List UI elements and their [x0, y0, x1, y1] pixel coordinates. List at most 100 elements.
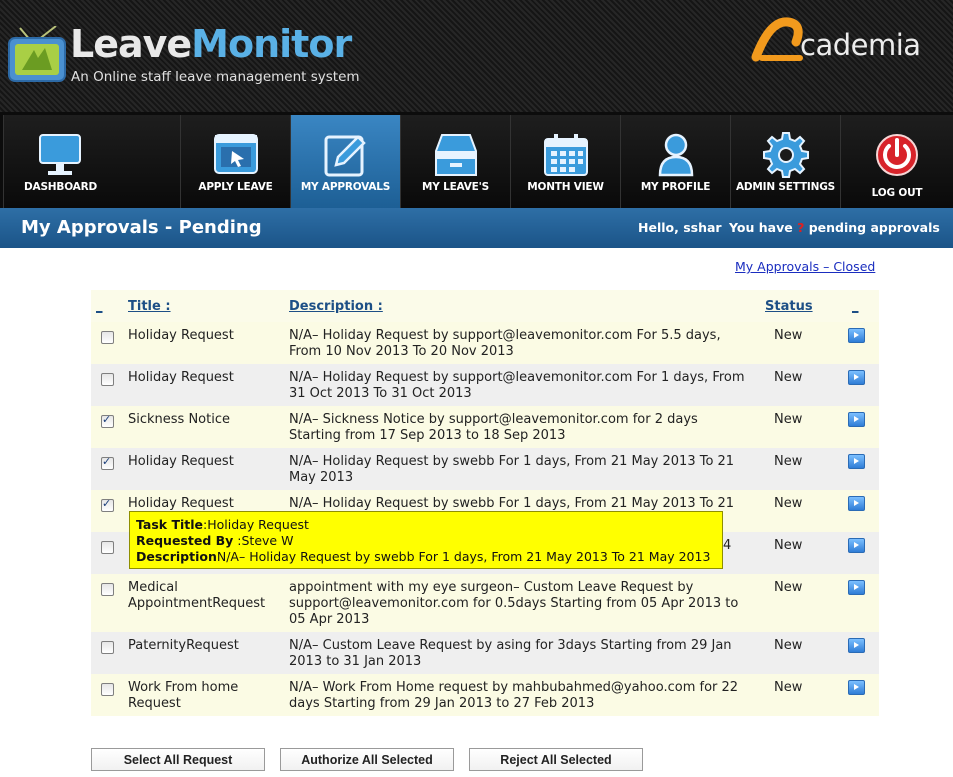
open-request-arrow-icon[interactable]	[848, 580, 865, 595]
row-description: N/A– Custom Leave Request by asing for 3…	[289, 638, 732, 669]
nav-dashboard[interactable]: DASHBOARD	[3, 115, 180, 208]
nav-my-approvals[interactable]: MY APPROVALS	[290, 115, 400, 208]
row-select-checkbox[interactable]	[101, 583, 114, 596]
inbox-drawer-icon	[434, 134, 477, 176]
row-description: appointment with my eye surgeon– Custom …	[289, 580, 739, 627]
app-header: LeaveMonitor An Online staff leave manag…	[0, 0, 953, 112]
row-select-checkbox[interactable]	[101, 541, 114, 554]
window-cursor-icon	[213, 134, 258, 174]
row-status: New	[774, 580, 803, 595]
row-status: New	[774, 638, 803, 653]
table-row: Work From home Request N/A– Work From Ho…	[91, 674, 879, 716]
row-status: New	[774, 370, 803, 385]
action-column-header[interactable]: _	[852, 299, 859, 314]
row-select-checkbox[interactable]	[101, 373, 114, 386]
tooltip-description: DescriptionN/A– Holiday Request by swebb…	[136, 549, 711, 564]
open-request-arrow-icon[interactable]	[848, 496, 865, 511]
pending-count: ?	[797, 220, 805, 235]
nav-label: MY PROFILE	[640, 181, 711, 193]
row-select-checkbox[interactable]	[101, 455, 114, 470]
row-description: N/A– Sickness Notice by support@leavemon…	[289, 412, 698, 443]
edit-pencil-icon	[324, 135, 366, 177]
row-description: N/A– Work From Home request by mahbubahm…	[289, 680, 739, 711]
nav-label: LOG OUT	[871, 187, 923, 199]
request-tooltip: Task Title:Holiday Request Requested By …	[129, 511, 723, 569]
row-description: N/A– Holiday Request by support@leavemon…	[289, 328, 721, 359]
row-title: Holiday Request	[128, 496, 234, 511]
nav-my-leaves[interactable]: MY LEAVE'S	[400, 115, 510, 208]
open-request-arrow-icon[interactable]	[848, 538, 865, 553]
nav-label: DASHBOARD	[24, 181, 97, 193]
closed-approvals-link[interactable]: My Approvals – Closed	[735, 259, 875, 274]
row-description: N/A– Holiday Request by support@leavemon…	[289, 370, 745, 401]
table-row: Medical AppointmentRequest appointment w…	[91, 574, 879, 632]
row-description: N/A– Holiday Request by swebb For 1 days…	[289, 496, 735, 511]
nav-label: APPLY LEAVE	[198, 181, 273, 193]
calendar-icon	[543, 134, 588, 176]
tooltip-task-title: Task Title:Holiday Request	[136, 517, 309, 532]
open-request-arrow-icon[interactable]	[848, 680, 865, 695]
description-column-header[interactable]: Description :	[289, 299, 383, 314]
row-status: New	[774, 680, 803, 695]
table-header: _ Title : Description : Status _	[91, 290, 879, 322]
table-row: Holiday Request N/A– Holiday Request by …	[91, 448, 879, 490]
gear-icon	[762, 132, 809, 178]
tooltip-requested-by: Requested By :Steve W	[136, 533, 294, 548]
row-status: New	[774, 412, 803, 427]
open-request-arrow-icon[interactable]	[848, 638, 865, 653]
brand-tagline: An Online staff leave management system	[71, 69, 360, 85]
nav-month-view[interactable]: MONTH VIEW	[510, 115, 620, 208]
row-title: PaternityRequest	[128, 638, 239, 653]
row-status: New	[774, 496, 803, 511]
main-nav: DASHBOARD APPLY LEAVE MY APPROVALS MY LE…	[0, 112, 953, 208]
status-column-header[interactable]: Status	[765, 299, 813, 314]
row-description: N/A– Holiday Request by swebb For 1 days…	[289, 454, 735, 485]
page-title-bar: My Approvals - Pending Hello, sshar You …	[0, 208, 953, 248]
nav-my-profile[interactable]: MY PROFILE	[620, 115, 730, 208]
row-select-checkbox[interactable]	[101, 331, 114, 344]
reject-selected-button[interactable]: Reject All Selected	[469, 748, 643, 771]
leavemonitor-logo-icon	[8, 26, 66, 82]
row-select-checkbox[interactable]	[101, 641, 114, 654]
row-status: New	[774, 328, 803, 343]
row-description: 4	[723, 538, 732, 553]
nav-log-out[interactable]: LOG OUT	[840, 115, 953, 208]
row-select-checkbox[interactable]	[101, 497, 114, 512]
open-request-arrow-icon[interactable]	[848, 454, 865, 469]
row-select-checkbox[interactable]	[101, 683, 114, 696]
nav-label: MY LEAVE'S	[421, 181, 490, 193]
select-all-button[interactable]: Select All Request	[91, 748, 265, 771]
open-request-arrow-icon[interactable]	[848, 370, 865, 385]
row-status: New	[774, 538, 803, 553]
authorize-selected-button[interactable]: Authorize All Selected	[280, 748, 454, 771]
title-column-header[interactable]: Title :	[128, 299, 171, 314]
open-request-arrow-icon[interactable]	[848, 412, 865, 427]
nav-apply-leave[interactable]: APPLY LEAVE	[180, 115, 290, 208]
user-greeting: Hello, sshar	[638, 220, 722, 235]
table-row: Holiday Request N/A– Holiday Request by …	[91, 364, 879, 406]
nav-label: MY APPROVALS	[300, 181, 391, 193]
row-title: Medical AppointmentRequest	[128, 580, 266, 611]
power-icon	[876, 134, 918, 176]
user-icon	[658, 133, 693, 177]
table-row: Sickness Notice N/A– Sickness Notice by …	[91, 406, 879, 448]
row-title: Work From home Request	[128, 680, 239, 711]
nav-label: ADMIN SETTINGS	[735, 181, 836, 193]
row-status: New	[774, 454, 803, 469]
row-title: Holiday Request	[128, 328, 234, 343]
pending-approvals-message: You have ? pending approvals	[729, 220, 940, 235]
table-row: Holiday Request N/A– Holiday Request by …	[91, 322, 879, 364]
monitor-icon	[39, 134, 81, 175]
open-request-arrow-icon[interactable]	[848, 328, 865, 343]
brand-logo-text: LeaveMonitor	[70, 22, 352, 66]
select-column-header[interactable]: _	[96, 299, 103, 314]
partner-logo-text: cademia	[800, 28, 921, 62]
page-title: My Approvals - Pending	[21, 217, 262, 238]
table-row: PaternityRequest N/A– Custom Leave Reque…	[91, 632, 879, 674]
row-title: Holiday Request	[128, 454, 234, 469]
row-title: Holiday Request	[128, 370, 234, 385]
row-select-checkbox[interactable]	[101, 413, 114, 428]
nav-label: MONTH VIEW	[527, 181, 604, 193]
nav-admin-settings[interactable]: ADMIN SETTINGS	[730, 115, 840, 208]
row-title: Sickness Notice	[128, 412, 230, 427]
